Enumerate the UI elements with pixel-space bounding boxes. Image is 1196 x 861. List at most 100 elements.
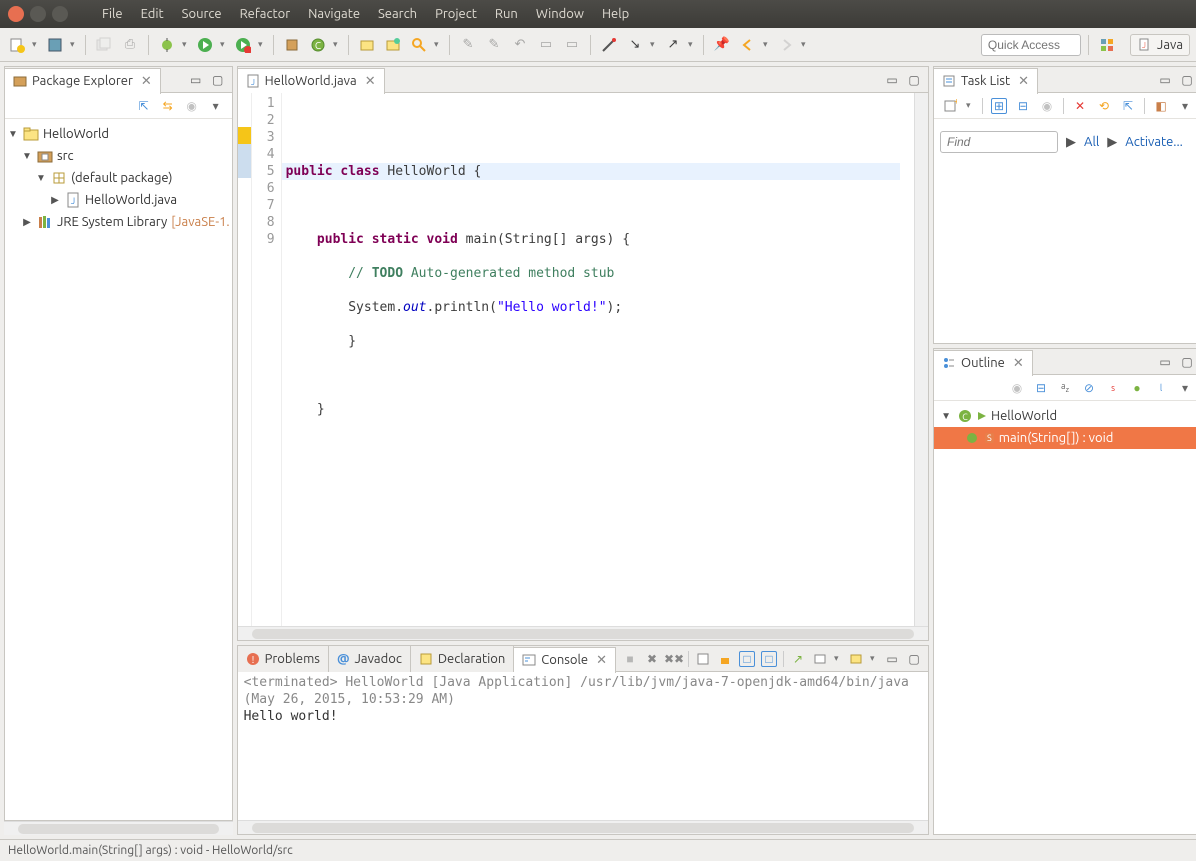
save-dropdown[interactable]: ▾ [70, 39, 78, 50]
open-task-button[interactable] [382, 34, 404, 56]
tree-jre-library[interactable]: ▶ JRE System Library [JavaSE-1. [7, 211, 230, 233]
show-stderr-icon[interactable]: □ [761, 651, 777, 667]
prev-button[interactable]: ▭ [561, 34, 583, 56]
search-button[interactable] [408, 34, 430, 56]
run-last-dropdown[interactable]: ▾ [258, 39, 266, 50]
minimize-icon[interactable]: ▭ [884, 651, 900, 667]
menu-refactor[interactable]: Refactor [232, 4, 299, 24]
minimize-icon[interactable]: ▭ [1157, 72, 1173, 88]
activate-link[interactable]: Activate... [1125, 135, 1183, 149]
new-class-button[interactable]: C [307, 34, 329, 56]
new-task-icon[interactable]: + [942, 98, 958, 114]
maximize-icon[interactable]: ▢ [906, 651, 922, 667]
display-console-dropdown[interactable]: ▾ [834, 653, 842, 664]
new-class-dropdown[interactable]: ▾ [333, 39, 341, 50]
sort-icon[interactable]: ⊟ [1033, 380, 1049, 396]
last-edit-button[interactable]: ↶ [509, 34, 531, 56]
debug-dropdown[interactable]: ▾ [182, 39, 190, 50]
view-menu-icon[interactable]: ▾ [1177, 380, 1193, 396]
expand-icon[interactable]: ▼ [7, 128, 19, 140]
close-icon[interactable]: ✕ [596, 653, 607, 668]
vscroll-editor[interactable] [914, 93, 928, 626]
wand-button[interactable] [598, 34, 620, 56]
run-last-button[interactable] [232, 34, 254, 56]
menu-source[interactable]: Source [174, 4, 230, 24]
close-icon[interactable]: ✕ [1018, 74, 1029, 89]
close-window-icon[interactable] [8, 6, 24, 22]
expand-icon[interactable]: ▼ [35, 172, 47, 184]
maximize-icon[interactable]: ▢ [1179, 72, 1195, 88]
collapse-icon[interactable]: ⇱ [1120, 98, 1136, 114]
java-perspective-button[interactable]: J Java [1130, 34, 1190, 56]
new-task-dropdown[interactable]: ▾ [966, 100, 974, 111]
close-icon[interactable]: ✕ [141, 74, 152, 89]
tab-editor[interactable]: J HelloWorld.java ✕ [238, 68, 385, 94]
menu-search[interactable]: Search [370, 4, 425, 24]
focus-icon[interactable]: ◉ [1009, 380, 1025, 396]
forward-button[interactable] [775, 34, 797, 56]
tab-declaration[interactable]: Declaration [411, 646, 514, 672]
back-button[interactable] [737, 34, 759, 56]
terminate-icon[interactable]: ■ [622, 651, 638, 667]
outline-class[interactable]: ▼ C HelloWorld [934, 405, 1196, 427]
all-link[interactable]: All [1084, 135, 1099, 149]
tab-outline[interactable]: Outline ✕ [934, 350, 1033, 376]
hide-nonpublic-icon[interactable]: ● [1129, 380, 1145, 396]
hide-static-icon[interactable]: s [1105, 380, 1121, 396]
pin-button[interactable]: 📌 [711, 34, 733, 56]
tab-console[interactable]: Console ✕ [514, 647, 616, 673]
annotation-button[interactable]: ✎ [483, 34, 505, 56]
skip-dropdown[interactable]: ▾ [688, 39, 696, 50]
ui-legend-icon[interactable]: ◧ [1153, 98, 1169, 114]
tree-src[interactable]: ▼ src [7, 145, 230, 167]
collapse-all-icon[interactable]: ⇱ [136, 98, 152, 114]
pin-console-icon[interactable]: ↗ [790, 651, 806, 667]
open-console-dropdown[interactable]: ▾ [870, 653, 878, 664]
save-button[interactable] [44, 34, 66, 56]
az-icon[interactable]: az [1057, 380, 1073, 396]
menu-project[interactable]: Project [427, 4, 485, 24]
hide-local-icon[interactable]: l [1153, 380, 1169, 396]
maximize-icon[interactable]: ▢ [1179, 354, 1195, 370]
link-editor-icon[interactable]: ⇆ [160, 98, 176, 114]
scroll-lock-icon[interactable] [717, 651, 733, 667]
display-console-icon[interactable] [812, 651, 828, 667]
toggle-mark-button[interactable]: ✎ [457, 34, 479, 56]
remove-launch-icon[interactable]: ✖ [644, 651, 660, 667]
step-dropdown[interactable]: ▾ [650, 39, 658, 50]
synch-icon[interactable]: ⟲ [1096, 98, 1112, 114]
tab-javadoc[interactable]: @ Javadoc [329, 646, 411, 672]
debug-button[interactable] [156, 34, 178, 56]
close-icon[interactable]: ✕ [365, 74, 376, 89]
minimize-icon[interactable]: ▭ [884, 72, 900, 88]
run-dropdown[interactable]: ▾ [220, 39, 228, 50]
task-find-input[interactable] [940, 131, 1058, 153]
open-type-button[interactable] [356, 34, 378, 56]
tab-problems[interactable]: ! Problems [238, 646, 329, 672]
print-button[interactable]: ⎙ [119, 34, 141, 56]
new-button[interactable] [6, 34, 28, 56]
new-package-button[interactable] [281, 34, 303, 56]
code-editor[interactable]: 123456789 public class HelloWorld { publ… [238, 93, 928, 626]
show-stdout-icon[interactable]: □ [739, 651, 755, 667]
search-dropdown[interactable]: ▾ [434, 39, 442, 50]
close-icon[interactable]: ✕ [1013, 356, 1024, 371]
skip-button[interactable]: ↗ [662, 34, 684, 56]
menu-help[interactable]: Help [594, 4, 637, 24]
quick-access-input[interactable] [981, 34, 1081, 56]
tab-package-explorer[interactable]: Package Explorer ✕ [5, 68, 161, 94]
schedule-icon[interactable]: ⊟ [1015, 98, 1031, 114]
menu-navigate[interactable]: Navigate [300, 4, 368, 24]
remove-all-icon[interactable]: ✖✖ [666, 651, 682, 667]
focus-workweek-icon[interactable]: ◉ [1039, 98, 1055, 114]
save-all-button[interactable] [93, 34, 115, 56]
expand-icon[interactable]: ▶ [49, 194, 61, 206]
new-dropdown[interactable]: ▾ [32, 39, 40, 50]
hide-icon[interactable]: ✕ [1072, 98, 1088, 114]
forward-dropdown[interactable]: ▾ [801, 39, 809, 50]
view-menu-icon[interactable]: ▾ [1177, 98, 1193, 114]
tree-java-file[interactable]: ▶ J HelloWorld.java [7, 189, 230, 211]
minimize-icon[interactable]: ▭ [1157, 354, 1173, 370]
hscroll-console[interactable] [238, 820, 928, 834]
outline-method[interactable]: S main(String[]) : void [934, 427, 1196, 449]
